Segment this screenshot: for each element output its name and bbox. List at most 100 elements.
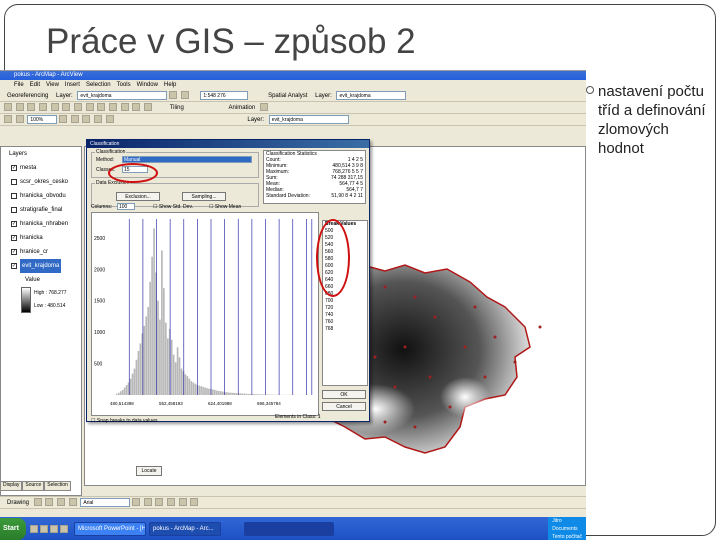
show-mean-checkbox[interactable]: ☐ Show Mean [209,204,241,210]
break-value[interactable]: 720 [323,305,367,312]
toc-layer[interactable]: scsr_okres_cesko [1,175,81,189]
start-button[interactable]: Start [0,518,26,540]
globe-icon[interactable] [94,115,103,124]
layer-checkbox[interactable] [11,179,17,185]
cut-icon[interactable] [50,103,59,112]
layout-pan-icon[interactable] [70,115,79,124]
layer2-select[interactable]: evit_krajdoma [336,90,407,100]
open-icon[interactable] [15,103,24,112]
rotate-icon[interactable] [180,91,189,100]
text-icon[interactable] [68,498,77,507]
bold-icon[interactable] [132,498,141,507]
toc-tab-display[interactable]: Display [0,481,23,491]
layer-checkbox[interactable]: ✓ [11,221,17,227]
italic-icon[interactable] [143,498,152,507]
fill-color-icon[interactable] [178,498,187,507]
fit-icon[interactable] [169,91,178,100]
georef-menu[interactable]: Georeferencing [7,93,48,99]
undo-icon[interactable] [85,103,94,112]
quicklaunch-icon-4[interactable] [60,525,68,533]
pan-icon[interactable] [120,103,129,112]
locate-button[interactable]: Locate [136,466,162,476]
break-value[interactable]: 700 [323,298,367,305]
histogram-bar [225,392,228,395]
tiling-menu[interactable]: Tiling [170,105,184,111]
layout-zoom-icon[interactable] [59,115,68,124]
zoom-out-icon[interactable] [109,103,118,112]
menu-item-file[interactable]: File [14,82,24,88]
menu-item-insert[interactable]: Insert [65,82,80,88]
identify-icon[interactable] [144,103,153,112]
toc-layer[interactable]: stratigrafie_final [1,203,81,217]
menu-item-view[interactable]: View [46,82,59,88]
break-value[interactable]: 740 [323,312,367,319]
menu-item-selection[interactable]: Selection [86,82,111,88]
layer-checkbox[interactable] [11,207,17,213]
menu-item-window[interactable]: Window [137,82,158,88]
sampling-button[interactable]: Sampling... [182,192,226,201]
quicklaunch-icon-2[interactable] [40,525,48,533]
method-select[interactable]: Manual [122,156,252,163]
quicklaunch-icon-1[interactable] [30,525,38,533]
line-color-icon[interactable] [190,498,199,507]
tray-item[interactable]: Documents [552,525,582,533]
paste-icon[interactable] [74,103,83,112]
tray-item[interactable]: Tento počítač [552,533,582,540]
cancel-button[interactable]: Cancel [322,402,366,411]
tray-item[interactable]: Jitro [552,517,582,525]
rectangle-icon[interactable] [57,498,66,507]
save-icon[interactable] [27,103,36,112]
select-icon[interactable] [4,115,12,124]
layer-select[interactable]: evit_krajdoma [77,90,168,100]
edit-icon[interactable] [105,115,114,124]
layer-checkbox[interactable]: ✓ [11,165,17,171]
toc-layer[interactable]: ✓ mesta [1,161,81,175]
animation-menu[interactable]: Animation [229,105,256,111]
toc-tab-source[interactable]: Source [22,481,45,491]
ok-button[interactable]: OK [322,390,366,399]
toc-tab-selection[interactable]: Selection [44,481,71,491]
toc-layer[interactable]: hranicka_obvodu [1,189,81,203]
layer-checkbox[interactable] [11,193,17,199]
break-value[interactable]: 768 [323,326,367,333]
drawing-menu[interactable]: Drawing [7,500,29,506]
columns-field[interactable]: 100 [117,203,135,210]
show-std-dev-checkbox[interactable]: ☐ Show Std. Dev. [153,204,193,210]
scale-field[interactable]: 1:548 276 [200,90,249,100]
layer3-select[interactable]: evit_krajdoma [268,114,349,124]
taskbar-item[interactable]: Microsoft PowerPoint - [Ho... [74,522,146,536]
toc-layer[interactable]: ✓ hranice_cr [1,245,81,259]
zoom-in-icon[interactable] [97,103,106,112]
copy-icon[interactable] [62,103,71,112]
zoom-field[interactable]: 100% [27,114,58,124]
hand-icon[interactable] [82,115,91,124]
full-extent-icon[interactable] [132,103,141,112]
new-icon[interactable] [4,103,12,112]
menu-item-help[interactable]: Help [164,82,176,88]
menu-item-tools[interactable]: Tools [117,82,131,88]
font-select[interactable]: Arial [80,497,131,507]
snap-breaks-checkbox[interactable]: ☐ Snap breaks to data values [91,418,157,424]
toc-tabs: Display Source Selection [0,481,71,491]
layer-checkbox[interactable]: ✓ [11,235,17,241]
histogram[interactable]: 2500 2000 1500 1000 500 480,514398 552,458193 6… [91,212,319,416]
menu-item-edit[interactable]: Edit [30,82,40,88]
taskbar-item[interactable]: pokus - ArcMap - Arc... [149,522,221,536]
rotate-draw-icon[interactable] [45,498,54,507]
spatial-analyst-menu[interactable]: Spatial Analyst [268,93,307,99]
exclusion-button[interactable]: Exclusion... [116,192,160,201]
quicklaunch-icon-3[interactable] [50,525,58,533]
print-icon[interactable] [39,103,48,112]
toc-layer[interactable]: ✓ hranicka_nhraben [1,217,81,231]
pointer-icon[interactable] [33,498,42,507]
arrow-icon[interactable] [15,115,24,124]
layer-checkbox[interactable]: ✓ [11,249,17,255]
font-color-icon[interactable] [167,498,176,507]
toc-layer[interactable]: ✓ hranicka [1,231,81,245]
media-player-bar[interactable] [244,522,334,536]
break-value[interactable]: 760 [323,319,367,326]
play-icon[interactable] [259,103,268,112]
layer-checkbox[interactable]: ✓ [11,263,17,269]
underline-icon[interactable] [155,498,164,507]
toc-layer[interactable]: ✓ evit_krajdoma [1,259,81,273]
